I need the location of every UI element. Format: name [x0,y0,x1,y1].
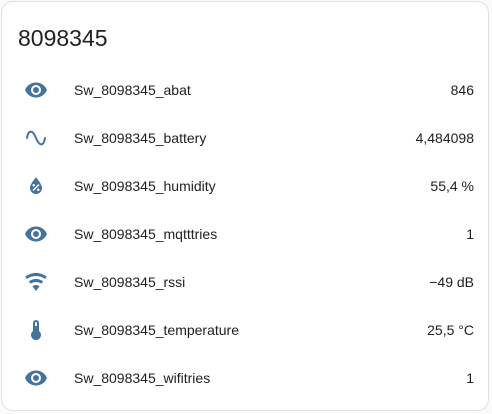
entity-name: Sw_8098345_battery [74,130,207,146]
entity-row-rssi[interactable]: Sw_8098345_rssi −49 dB [2,258,488,306]
entity-list: Sw_8098345_abat 846 Sw_8098345_battery 4… [2,66,488,402]
entity-name: Sw_8098345_mqtttries [74,226,218,242]
entity-state: 1 [466,370,474,386]
entity-row-mqtttries[interactable]: Sw_8098345_mqtttries 1 [2,210,488,258]
entity-row-abat[interactable]: Sw_8098345_abat 846 [2,66,488,114]
eye-icon [24,78,48,102]
entity-row-wifitries[interactable]: Sw_8098345_wifitries 1 [2,354,488,402]
sine-wave-icon [24,126,48,150]
entity-name: Sw_8098345_humidity [74,178,216,194]
entity-state: 4,484098 [415,130,474,146]
eye-icon [24,222,48,246]
entities-card: 8098345 Sw_8098345_abat 846 Sw_8098345_b… [1,1,489,411]
thermometer-icon [24,318,48,342]
wifi-icon [24,270,48,294]
card-title: 8098345 [18,25,108,51]
entity-name: Sw_8098345_wifitries [74,370,211,386]
entity-name: Sw_8098345_abat [74,82,191,98]
entity-name: Sw_8098345_temperature [74,322,240,338]
entity-name: Sw_8098345_rssi [74,274,186,290]
entity-state: 846 [450,82,474,98]
entity-state: 55,4 % [430,178,474,194]
water-percent-icon [24,174,48,198]
entity-state: 25,5 °C [427,322,474,338]
entity-row-temperature[interactable]: Sw_8098345_temperature 25,5 °C [2,306,488,354]
entity-state: −49 dB [429,274,474,290]
entity-row-humidity[interactable]: Sw_8098345_humidity 55,4 % [2,162,488,210]
eye-icon [24,366,48,390]
entity-state: 1 [466,226,474,242]
entity-row-battery[interactable]: Sw_8098345_battery 4,484098 [2,114,488,162]
